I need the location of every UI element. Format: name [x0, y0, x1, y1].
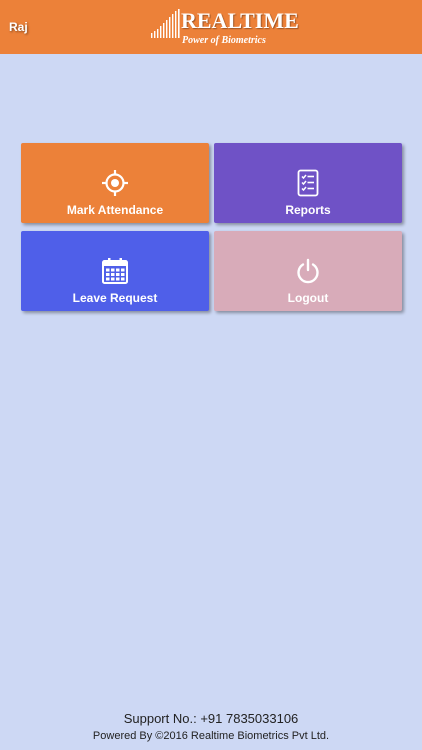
app-header: Raj REALTIME Power of Biometrics — [0, 0, 422, 54]
logout-label: Logout — [287, 291, 329, 305]
checklist-icon — [297, 169, 319, 197]
brand-tagline: Power of Biometrics — [182, 35, 266, 46]
target-icon — [102, 170, 128, 196]
powered-by-text: Powered By ©2016 Realtime Biometrics Pvt… — [92, 730, 330, 742]
mark-attendance-label: Mark Attendance — [66, 203, 164, 217]
leave-request-button[interactable]: Leave Request — [21, 231, 209, 311]
power-icon — [297, 258, 319, 284]
user-name: Raj — [9, 20, 28, 34]
calendar-icon — [102, 258, 128, 284]
brand-logo: REALTIME Power of Biometrics — [150, 7, 299, 49]
logo-bars-icon — [151, 9, 180, 38]
mark-attendance-button[interactable]: Mark Attendance — [21, 143, 209, 223]
reports-button[interactable]: Reports — [214, 143, 402, 223]
support-number: Support No.: +91 7835033106 — [123, 711, 299, 726]
leave-request-label: Leave Request — [72, 291, 158, 305]
brand-name: REALTIME — [181, 8, 299, 33]
logout-button[interactable]: Logout — [214, 231, 402, 311]
reports-label: Reports — [285, 203, 331, 217]
